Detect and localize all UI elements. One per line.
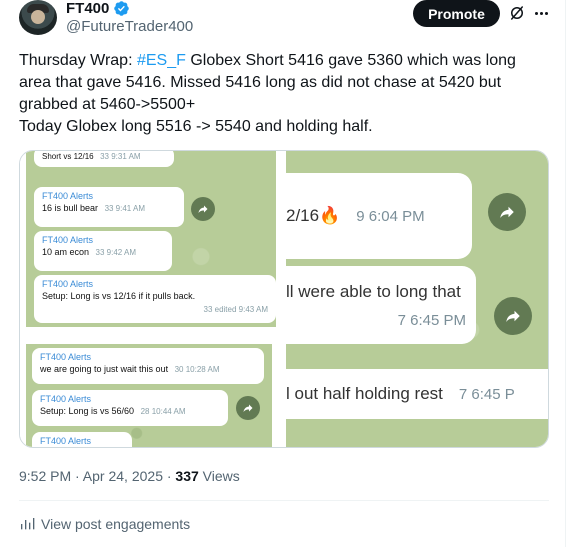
chat-message: ll were able to long that 7 6:45 PM <box>286 266 476 344</box>
message-meta: 33 9:42 AM <box>95 248 137 257</box>
message-sender: FT400 Alerts <box>40 394 92 404</box>
chat-message: FT400 Alerts <box>32 432 132 447</box>
message-sender: FT400 Alerts <box>40 352 92 362</box>
chat-screenshot-2[interactable]: FT400 Alerts we are going to just wait t… <box>26 344 272 447</box>
message-text: Short vs 12/16 <box>42 152 94 161</box>
chat-message: FT400 Alerts 16 is bull bear 33 9:41 AM <box>34 187 184 227</box>
message-meta: 7 6:45 P <box>458 385 515 403</box>
grok-icon[interactable] <box>508 4 526 22</box>
message-text: Setup: Long is vs 56/60 <box>40 406 135 416</box>
message-meta: 30 10:28 AM <box>174 365 220 374</box>
forward-icon[interactable] <box>236 396 260 420</box>
more-options-icon[interactable] <box>532 4 550 22</box>
avatar[interactable] <box>19 0 57 35</box>
post-text-line-1: Thursday Wrap: #ES_F Globex Short 5416 g… <box>19 50 539 72</box>
forward-icon[interactable] <box>494 297 532 335</box>
avatar-face <box>31 10 45 24</box>
post-text-line-3: grabbed at 5460->5500+ <box>19 96 196 113</box>
author-handle[interactable]: @FutureTrader400 <box>66 18 193 35</box>
chat-message: FT400 Alerts 10 am econ 33 9:42 AM <box>34 231 172 271</box>
message-text: 16 is bull bear <box>42 203 99 213</box>
post-time[interactable]: 9:52 PM · Apr 24, 2025 · <box>19 468 175 484</box>
message-text: 2/16🔥 <box>286 206 341 225</box>
author-display-name[interactable]: FT400 <box>66 0 109 17</box>
post-text-segment: Globex Short 5416 gave 5360 which was lo… <box>185 52 516 69</box>
chat-message: 2/16🔥 9 6:04 PM <box>286 173 472 259</box>
forward-icon[interactable] <box>191 197 215 221</box>
message-text: 10 am econ <box>42 247 90 257</box>
promote-button[interactable]: Promote <box>413 0 500 27</box>
message-meta: 7 6:45 PM <box>397 311 466 329</box>
message-meta: 33 9:41 AM <box>104 204 146 213</box>
post-text-line-4: Today Globex long 5516 -> 5540 and holdi… <box>19 118 373 135</box>
message-meta: 9 6:04 PM <box>356 207 425 225</box>
verified-badge-icon <box>114 1 130 16</box>
post: FT400 @FutureTrader400 Promote Thursday … <box>0 0 566 547</box>
post-timestamp[interactable]: 9:52 PM · Apr 24, 2025 · 337 Views <box>19 468 240 484</box>
forward-icon[interactable] <box>488 193 526 231</box>
message-sender: FT400 Alerts <box>40 436 92 446</box>
hashtag-link[interactable]: #ES_F <box>137 52 186 69</box>
message-text: ll were able to long that <box>286 281 461 301</box>
chat-message: l out half holding rest 7 6:45 P <box>286 369 548 419</box>
message-meta: 33 edited 9:43 AM <box>203 305 269 314</box>
message-text: l out half holding rest <box>286 384 443 403</box>
message-text: Setup: Long is vs 12/16 if it pulls back… <box>42 291 196 301</box>
author-name-row[interactable]: FT400 <box>66 0 130 17</box>
views-count: 337 <box>175 468 199 484</box>
chat-message: FT400 Alerts we are going to just wait t… <box>32 348 264 384</box>
chat-message: FT400 Alerts Setup: Long is vs 12/16 if … <box>34 275 276 323</box>
message-meta: 33 9:31 AM <box>100 152 141 161</box>
post-text-line-2: area that gave 5416. Missed 5416 long as… <box>19 74 502 91</box>
message-sender: FT400 Alerts <box>42 191 94 201</box>
chat-message-fragment: Short vs 12/16 33 9:31 AM <box>34 151 174 167</box>
media-left-column: Short vs 12/16 33 9:31 AM FT400 Alerts 1… <box>20 151 282 447</box>
post-media[interactable]: Short vs 12/16 33 9:31 AM FT400 Alerts 1… <box>19 150 549 448</box>
message-sender: FT400 Alerts <box>42 279 94 289</box>
post-text-segment: Thursday Wrap: <box>19 52 137 69</box>
analytics-icon <box>21 518 35 530</box>
message-text: we are going to just wait this out <box>40 364 169 374</box>
chat-message: FT400 Alerts Setup: Long is vs 56/60 28 … <box>32 390 228 426</box>
chat-screenshot-3[interactable]: 2/16🔥 9 6:04 PM ll were able to long tha… <box>286 151 548 447</box>
message-meta: 28 10:44 AM <box>140 407 186 416</box>
divider <box>19 500 549 501</box>
chat-screenshot-1[interactable]: Short vs 12/16 33 9:31 AM FT400 Alerts 1… <box>26 151 276 327</box>
view-engagements-link[interactable]: View post engagements <box>19 516 190 532</box>
engagements-label[interactable]: View post engagements <box>41 516 190 532</box>
views-label: Views <box>198 468 240 484</box>
message-sender: FT400 Alerts <box>42 235 94 245</box>
post-text: Thursday Wrap: #ES_F Globex Short 5416 g… <box>19 50 539 138</box>
